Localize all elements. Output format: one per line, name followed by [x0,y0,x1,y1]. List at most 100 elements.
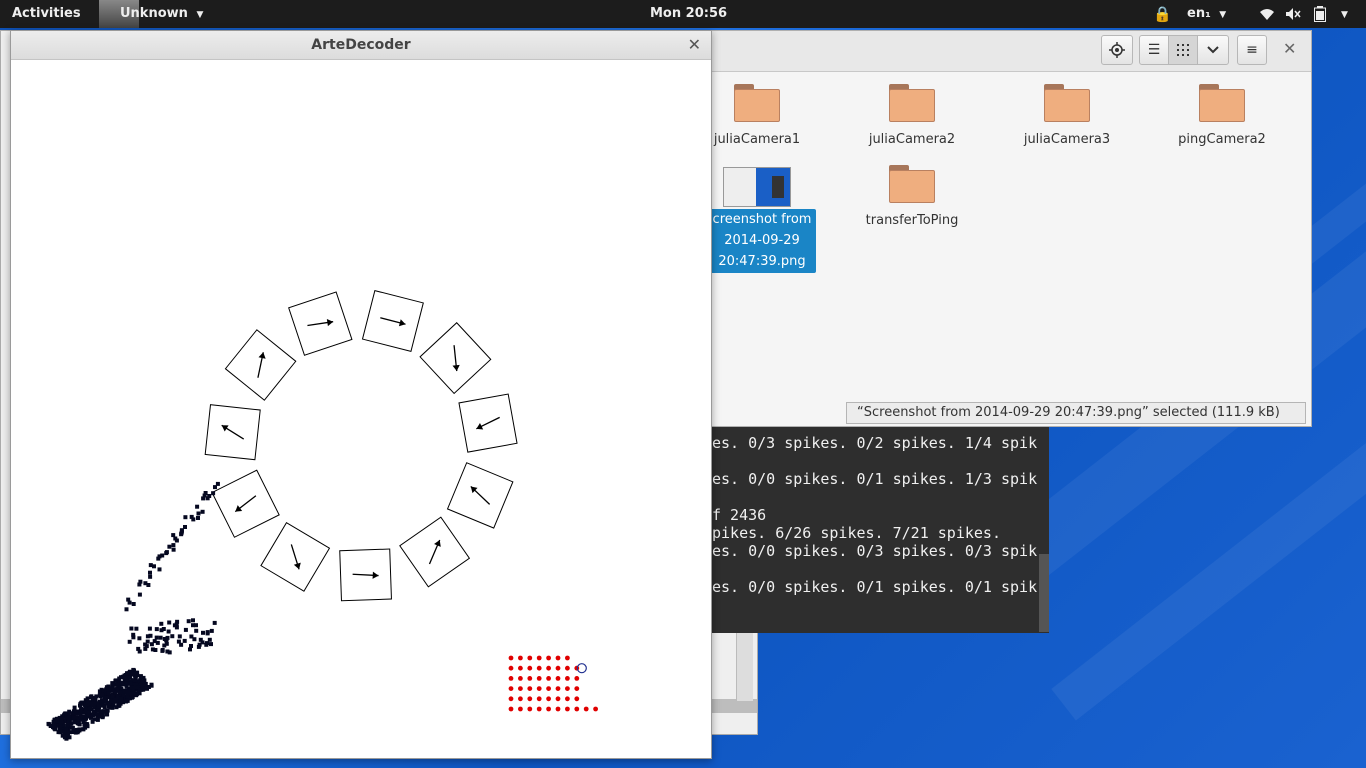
lock-icon[interactable]: 🔒 [1153,0,1172,28]
close-icon[interactable]: ✕ [688,31,701,59]
list-view-button[interactable]: ☰ [1139,35,1169,65]
file-label-selected[interactable]: creenshot from 2014-09-29 20:47:39.png [708,209,816,273]
spike-point [164,638,169,643]
spike-point [171,547,176,552]
spike-point [78,715,83,720]
files-window[interactable]: ☰ ≡ ✕ juliaCamera1 juliaCamera2 juliaCam… [690,30,1312,427]
spike-point [201,630,205,635]
wifi-icon[interactable] [1259,0,1275,28]
spike-point [127,600,132,605]
red-dot [565,665,570,671]
spike-point [84,716,88,721]
direction-box [419,322,492,395]
spike-point [137,582,142,587]
file-label[interactable]: juliaCamera3 [997,132,1137,147]
spike-point [83,702,88,707]
spike-point [114,705,119,710]
spike-point [66,716,71,721]
spike-point [159,621,164,626]
spike-point [134,692,139,697]
file-label[interactable]: transferToPing [842,213,982,228]
folder-icon[interactable] [889,165,935,203]
chevron-down-icon [1207,46,1219,54]
spike-point [131,602,136,606]
chevron-down-icon[interactable]: ▼ [1341,0,1348,28]
red-dot [555,696,561,702]
folder-icon[interactable] [734,84,780,122]
spike-point [205,496,210,501]
red-dot [536,696,542,702]
artedecoder-window[interactable]: ArteDecoder ✕ [10,30,712,759]
direction-box [204,404,261,461]
file-label[interactable]: juliaCamera2 [842,132,982,147]
red-dot [546,686,551,691]
terminal-line: es. 0/3 spikes. 0/2 spikes. 1/4 spik [712,434,1038,452]
spike-point [140,685,145,690]
app-menu-label: Unknown [120,6,188,21]
app-menu[interactable]: Unknown ▼ [120,0,203,28]
menu-button[interactable]: ≡ [1237,35,1267,65]
direction-box [399,516,471,588]
spike-point [113,678,118,683]
spike-point [102,688,106,693]
spike-point [177,634,182,639]
spike-point [173,536,178,541]
close-icon[interactable]: ✕ [1283,39,1296,58]
spike-point [133,671,138,676]
spike-point [191,623,195,628]
spike-point [52,724,57,729]
terminal-line: es. 0/0 spikes. 0/1 spikes. 1/3 spik [712,470,1038,488]
files-header-bar: ☰ ≡ ✕ [691,31,1311,72]
folder-icon[interactable] [889,84,935,122]
chevron-down-icon: ▼ [196,10,204,20]
red-dot [593,706,598,712]
decoder-canvas[interactable] [11,60,711,758]
clock[interactable]: Mon 20:56 [650,0,727,28]
spike-point [209,642,213,647]
red-dot [555,676,561,681]
spike-point [195,504,200,509]
red-dot [518,696,523,702]
spike-point [167,544,172,549]
spike-point [72,720,77,725]
red-dot [574,676,580,681]
red-dot [508,676,514,681]
spike-point [134,685,138,690]
spike-point [86,711,91,715]
top-bar: Activities Unknown ▼ Mon 20:56 🔒 en₁ ▼ ▼ [0,0,1366,28]
spike-point [148,574,153,579]
red-dot [508,686,514,691]
terminal-scrollbar[interactable] [1039,554,1049,632]
spike-point [211,491,216,496]
spike-point [137,636,142,641]
red-dot [527,696,533,702]
red-dot [536,676,542,681]
volume-icon[interactable] [1285,0,1301,28]
red-dot [555,706,561,712]
list-icon: ☰ [1147,42,1161,58]
terminal-window[interactable]: es. 0/3 spikes. 0/2 spikes. 1/4 spik es.… [700,424,1049,633]
terminal-line: pikes. 6/26 spikes. 7/21 spikes. [712,524,1001,542]
direction-box [361,289,424,353]
spike-point [167,620,172,625]
battery-icon[interactable] [1314,0,1326,28]
folder-icon[interactable] [1044,84,1090,122]
spike-point [99,692,104,697]
spike-point [65,723,70,728]
spike-point [124,681,129,686]
spike-point [114,698,119,702]
spike-point [79,706,84,711]
language-indicator[interactable]: en₁ ▼ [1187,0,1226,28]
language-label: en₁ [1187,6,1211,21]
image-thumbnail[interactable] [723,167,791,207]
grid-view-button[interactable] [1168,35,1198,65]
spike-point [166,629,171,634]
file-label[interactable]: pingCamera2 [1152,132,1292,147]
activities-button[interactable]: Activities [12,0,81,28]
direction-box [288,291,353,356]
folder-icon[interactable] [1199,84,1245,122]
spike-point [134,626,139,631]
location-button[interactable] [1101,35,1133,65]
background-panel [736,631,753,701]
view-options-button[interactable] [1197,35,1229,65]
